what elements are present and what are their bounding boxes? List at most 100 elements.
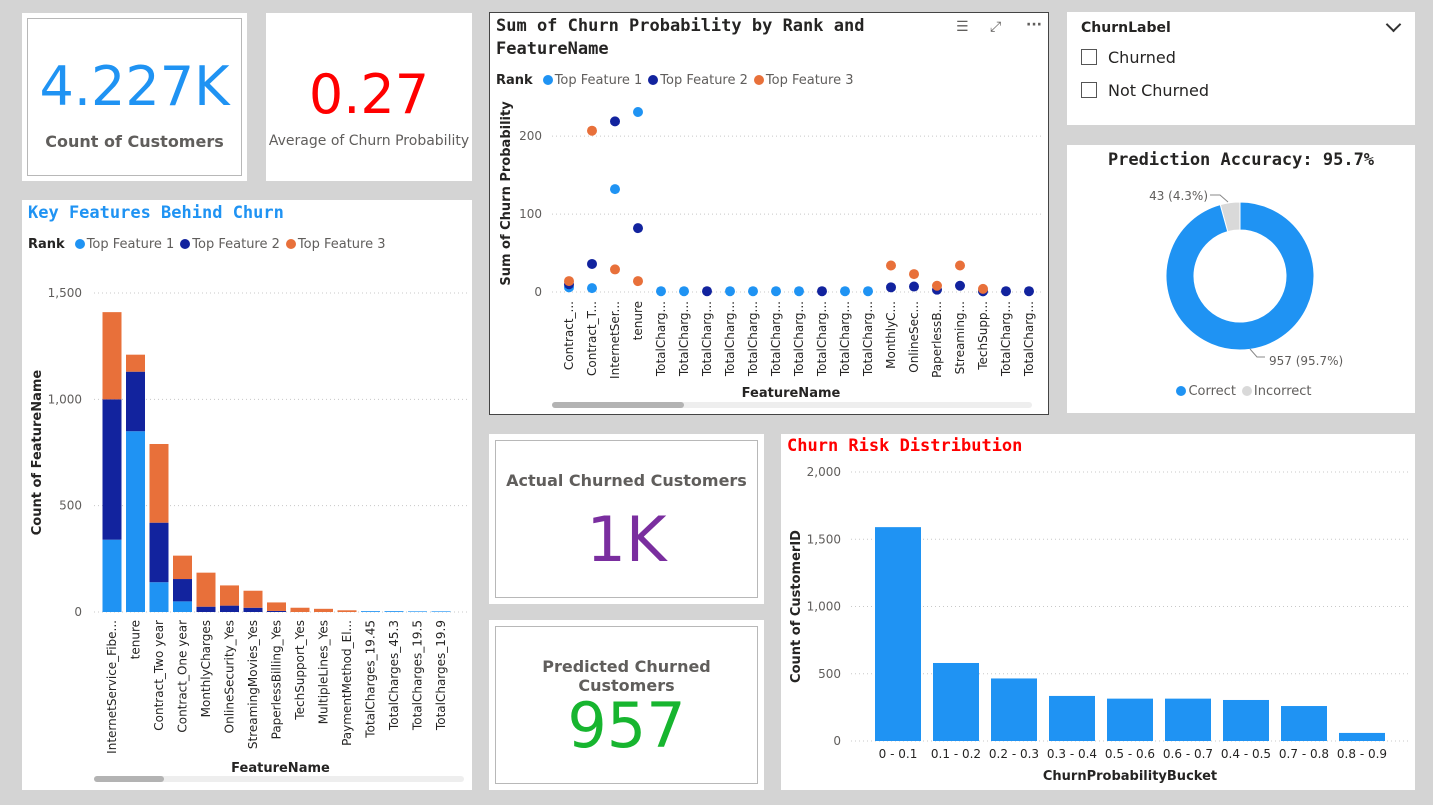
leader-line-incorrect (1210, 194, 1229, 203)
legend-incorrect-label: Incorrect (1253, 384, 1312, 399)
churnlabel-slicer[interactable]: ChurnLabel Churned Not Churned (1067, 12, 1415, 125)
bar-segment (173, 579, 192, 602)
checkbox-not-churned[interactable] (1081, 82, 1097, 98)
scatter-scroll-thumb[interactable] (552, 402, 684, 408)
scatter-point (771, 286, 781, 297)
risk-bar (875, 527, 921, 741)
risk-bar (991, 678, 1037, 741)
kpi-average-churn-card[interactable]: 0.27 Average of Churn Probability (266, 13, 472, 181)
scatter-point (633, 107, 643, 118)
scatter-point (725, 286, 735, 297)
scatter-chart-card[interactable]: Sum of Churn Probability by Rank and Fea… (489, 12, 1049, 415)
x-tick-label: 0.7 - 0.8 (1279, 747, 1329, 761)
scatter-point (656, 286, 666, 297)
kpi-average-churn-label: Average of Churn Probability (268, 133, 470, 149)
x-tick-label: 0.4 - 0.5 (1221, 747, 1271, 761)
legend-incorrect-dot (1241, 386, 1252, 396)
x-tick-label: TechSupp... (976, 301, 990, 371)
scatter-point (702, 286, 712, 297)
scatter-point (633, 223, 643, 234)
prediction-accuracy-card[interactable]: Prediction Accuracy: 95.7% 43 (4.3%) 957 … (1067, 145, 1415, 413)
kpi-actual-churned-card[interactable]: Actual Churned Customers 1K (489, 434, 764, 604)
x-tick-label: 0.1 - 0.2 (931, 747, 981, 761)
y-tick-label: 1,500 (48, 286, 82, 300)
x-tick-label: InternetSer... (608, 301, 622, 379)
bar-segment (149, 582, 169, 612)
x-tick-label: MonthlyC... (884, 301, 898, 369)
scatter-point (564, 276, 574, 287)
kpi-predicted-churned-value: 957 (567, 689, 686, 762)
y-tick-label: 200 (519, 129, 542, 143)
x-tick-label: TotalCharg... (677, 301, 691, 377)
key-features-chart-card[interactable]: Key Features Behind Churn Rank Top Featur… (22, 200, 472, 790)
y-tick-label: 0 (74, 605, 82, 619)
risk-plot: 0 500 1,000 1,500 2,000 0 - 0.1 0.1 - 0.2 0.2 -… (789, 465, 1409, 784)
x-tick-label: 0.5 - 0.6 (1105, 747, 1155, 761)
x-tick-label: OnlineSec... (907, 301, 921, 373)
donut-slice-correct (1165, 201, 1315, 351)
y-tick-label: 0 (534, 285, 542, 299)
bar-segment (267, 610, 286, 612)
legend-correct-dot (1176, 386, 1187, 396)
x-tick-label: Contract_... (562, 301, 576, 370)
y-tick-label: 100 (519, 207, 542, 221)
bar-segment (243, 607, 263, 612)
scatter-point (955, 280, 965, 291)
slicer-expand-chevron-icon[interactable] (1385, 16, 1402, 33)
scatter-plot: 0 100 200 Contract_... Contract_T... Internet… (499, 101, 1042, 401)
risk-bar (1049, 695, 1095, 741)
kpi-actual-churned-value: 1K (586, 503, 667, 576)
risk-bar (1339, 732, 1385, 741)
x-tick-label: 0.3 - 0.4 (1047, 747, 1097, 761)
x-tick-label: TotalCharges_45.3 (387, 620, 401, 731)
scatter-point (1024, 286, 1034, 297)
x-tick-label: Streaming... (953, 301, 967, 374)
donut-label-incorrect: 43 (4.3%) (1149, 189, 1208, 203)
scatter-point (610, 184, 620, 195)
x-tick-label: OnlineSecurity_Yes (223, 620, 237, 733)
kpi-actual-churned-frame: Actual Churned Customers 1K (495, 440, 758, 598)
kpi-predicted-churned-card[interactable]: Predicted Churned Customers 957 (489, 620, 764, 790)
scatter-point (909, 281, 919, 292)
scatter-scrollbar[interactable] (552, 402, 1032, 408)
slicer-option-churned[interactable]: Churned (1081, 48, 1176, 67)
scatter-point (633, 276, 643, 287)
bar-segment (102, 312, 122, 400)
bar-segment (337, 610, 357, 612)
key-features-scrollbar[interactable] (94, 776, 464, 782)
x-tick-label: TotalCharg... (746, 301, 760, 377)
scatter-point (863, 286, 873, 297)
checkbox-churned[interactable] (1081, 49, 1097, 65)
x-tick-label: TotalCharges_19.45 (364, 620, 378, 739)
churn-risk-chart-card[interactable]: Churn Risk Distribution 0 500 1,000 1,500 2,… (781, 434, 1415, 790)
x-tick-label: Contract_Two year (152, 620, 166, 731)
kpi-count-customers-card[interactable]: 4.227K Count of Customers (22, 13, 247, 181)
scatter-point (587, 283, 597, 294)
bar-segment (102, 539, 122, 612)
scatter-point (610, 116, 620, 127)
risk-bar (1223, 699, 1269, 741)
x-tick-label: TotalCharges_19.9 (434, 620, 448, 731)
x-tick-label: TotalCharg... (1022, 301, 1036, 377)
x-tick-label: PaperlessB... (930, 301, 944, 378)
x-axis-label: FeatureName (742, 386, 841, 401)
x-tick-label: 0.6 - 0.7 (1163, 747, 1213, 761)
risk-bar (1281, 706, 1327, 741)
scatter-point (909, 269, 919, 280)
bar-segment (102, 399, 122, 540)
x-tick-label: TotalCharges_19.5 (411, 620, 425, 731)
bar-segment (220, 585, 239, 606)
y-axis-label: Sum of Churn Probability (499, 101, 514, 286)
x-tick-label: 0.2 - 0.3 (989, 747, 1039, 761)
y-tick-label: 500 (818, 667, 841, 681)
slicer-option-not-churned[interactable]: Not Churned (1081, 81, 1209, 100)
bar-segment (243, 590, 263, 608)
kpi-count-customers-value: 4.227K (39, 55, 230, 118)
key-features-scroll-thumb[interactable] (94, 776, 164, 782)
bar-segment (196, 606, 216, 612)
bar-segment (361, 611, 380, 612)
scatter-point (840, 286, 850, 297)
x-tick-label: TotalCharg... (700, 301, 714, 377)
bar-segment (173, 555, 192, 580)
scatter-point (978, 283, 988, 294)
